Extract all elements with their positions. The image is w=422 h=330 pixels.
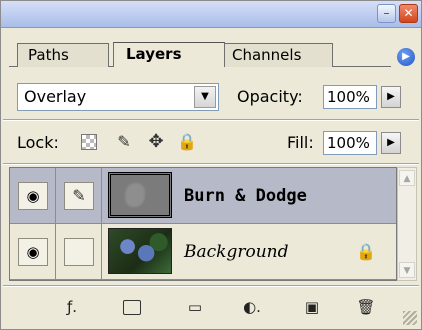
blend-row: Overlay ▼ Opacity: 100% ▶	[1, 79, 421, 115]
tab-paths[interactable]: Paths	[17, 43, 109, 67]
lock-icon[interactable]: 🔒	[177, 133, 197, 151]
panel-menu-icon[interactable]: ▶	[397, 48, 415, 66]
title-bar[interactable]: – ✕	[1, 1, 421, 28]
layer-name[interactable]: Background	[184, 242, 288, 262]
move-icon[interactable]: ✥	[147, 133, 165, 151]
tab-layers[interactable]: Layers	[113, 42, 225, 67]
layer-name[interactable]: Burn & Dodge	[184, 186, 307, 206]
trash-icon[interactable]: 🗑	[355, 297, 377, 317]
scroll-up-icon[interactable]: ▲	[399, 170, 415, 186]
folder-icon[interactable]: ▭	[183, 297, 207, 317]
brush-icon[interactable]: ✎	[64, 182, 94, 210]
layer-row-background[interactable]: ◉ Background 🔒	[10, 224, 396, 280]
opacity-input[interactable]: 100%	[323, 85, 377, 109]
fill-slider-button[interactable]: ▶	[381, 132, 401, 154]
brush-icon[interactable]: ✎	[115, 133, 133, 151]
new-layer-icon[interactable]: ▣	[301, 297, 323, 317]
link-box[interactable]	[64, 238, 94, 266]
opacity-slider-button[interactable]: ▶	[381, 86, 401, 108]
visibility-cell: ◉	[10, 168, 56, 223]
layer-style-icon[interactable]: ƒ.	[57, 297, 87, 317]
mask-icon-shape	[123, 300, 141, 315]
eye-icon[interactable]: ◉	[18, 238, 48, 266]
resize-grip[interactable]	[403, 311, 417, 325]
lock-transparency-icon[interactable]	[81, 134, 97, 150]
link-cell	[56, 224, 102, 279]
eye-icon[interactable]: ◉	[18, 182, 48, 210]
bottom-toolbar: ƒ. ▭ ◐. ▣ 🗑	[1, 287, 421, 329]
layers-panel: – ✕ Paths Channels Layers ▶ Overlay ▼ Op…	[0, 0, 422, 330]
blend-mode-select[interactable]: Overlay ▼	[17, 83, 219, 111]
layer-row-burn-dodge[interactable]: ◉ ✎ Burn & Dodge	[10, 168, 396, 224]
scrollbar[interactable]: ▲ ▼	[397, 167, 417, 281]
blend-mode-value: Overlay	[24, 87, 87, 106]
tab-channels[interactable]: Channels	[217, 43, 333, 67]
link-cell: ✎	[56, 168, 102, 223]
chevron-down-icon[interactable]: ▼	[194, 86, 216, 108]
layer-mask-icon[interactable]	[121, 297, 143, 317]
divider	[3, 163, 419, 165]
fill-label: Fill:	[287, 133, 314, 152]
opacity-label: Opacity:	[237, 87, 303, 106]
lock-label: Lock:	[17, 133, 59, 152]
minimize-button[interactable]: –	[377, 4, 396, 23]
fill-input[interactable]: 100%	[323, 131, 377, 155]
layer-list: ◉ ✎ Burn & Dodge ◉ Background 🔒	[9, 167, 397, 281]
layer-thumbnail[interactable]	[108, 172, 172, 218]
close-button[interactable]: ✕	[399, 4, 418, 23]
lock-icon: 🔒	[356, 242, 376, 261]
layer-thumbnail[interactable]	[108, 228, 172, 274]
visibility-cell: ◉	[10, 224, 56, 279]
divider	[3, 119, 419, 121]
scroll-down-icon[interactable]: ▼	[399, 262, 415, 278]
adjustment-layer-icon[interactable]: ◐.	[237, 297, 267, 317]
tab-bar: Paths Channels Layers ▶	[1, 28, 421, 68]
lock-row: Lock: ✎ ✥ 🔒 Fill: 100% ▶	[1, 125, 421, 161]
